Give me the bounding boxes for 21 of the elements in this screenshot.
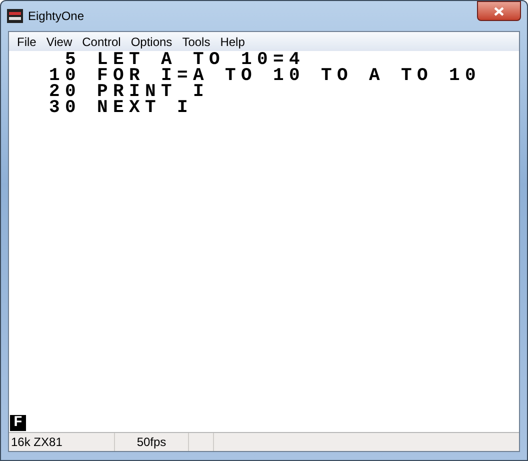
menu-item[interactable]: File (12, 32, 42, 50)
menu-item[interactable]: Tools (177, 32, 216, 50)
status-field: 16k ZX81 (9, 433, 115, 451)
line-number: 30 (48, 100, 81, 116)
app-icon (7, 9, 23, 23)
menu-item[interactable]: View (41, 32, 78, 50)
line-number: 10 (48, 68, 81, 84)
code-line: NEXT I (97, 100, 194, 116)
menu-item[interactable]: Help (215, 32, 250, 50)
line-number: 20 (48, 84, 81, 100)
code-line: PRINT I (97, 84, 210, 100)
close-icon (494, 6, 504, 16)
menu-item[interactable]: Control (77, 32, 126, 50)
code-line: LET A TO 10=4 (97, 52, 306, 68)
status-field: 50fps (115, 433, 189, 451)
code-line: FOR I=A TO 10 TO A TO 10 (97, 68, 482, 84)
line-number: 5 (64, 52, 81, 68)
window-title: EightyOne (28, 8, 84, 25)
close-button[interactable] (477, 1, 521, 21)
cursor: F (10, 415, 26, 431)
menu-item[interactable]: Options (126, 32, 178, 50)
